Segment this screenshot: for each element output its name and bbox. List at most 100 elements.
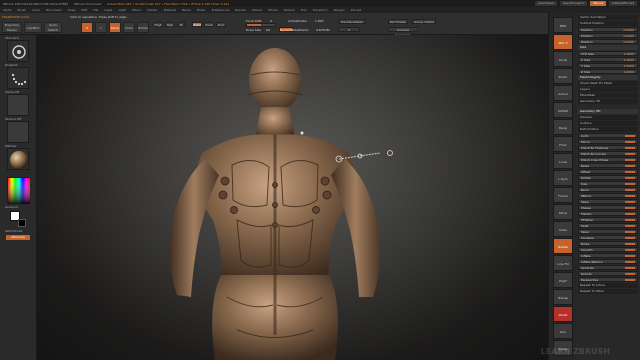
- panel-slider[interactable]: Polish By Features: [578, 145, 638, 150]
- m-button[interactable]: M: [177, 22, 185, 27]
- menu-item[interactable]: Macro: [132, 8, 141, 12]
- panel-slider[interactable]: SSkew: [578, 205, 638, 210]
- panel-slider[interactable]: Unify: [578, 133, 638, 138]
- menu-item[interactable]: Transform: [313, 8, 328, 12]
- panel-slider[interactable]: Position 0.0000: [578, 39, 638, 44]
- panel-slider[interactable]: Squeeze: [578, 235, 638, 240]
- panel-slider[interactable]: Inflate Balloon: [578, 259, 638, 264]
- menu-item[interactable]: File: [93, 8, 98, 12]
- panel-item[interactable]: Geometry HD: [578, 109, 638, 114]
- menu-item[interactable]: Picker: [197, 8, 206, 12]
- right-tray-button[interactable]: BPR: [553, 17, 573, 33]
- right-tray-button[interactable]: Local: [553, 153, 573, 169]
- panel-item[interactable]: Repeat To Other: [578, 289, 638, 294]
- panel-item[interactable]: Deformation: [578, 127, 638, 132]
- menu-item[interactable]: Light: [119, 8, 127, 12]
- right-tray-button[interactable]: Scale: [553, 221, 573, 237]
- secondary-color-swatch[interactable]: [18, 219, 26, 227]
- menu-item[interactable]: Document: [46, 8, 62, 12]
- move-button[interactable]: Move: [109, 22, 121, 33]
- panel-item[interactable]: FiberMesh: [578, 93, 638, 98]
- bfmask-slider[interactable]: 0: [338, 27, 360, 32]
- panel-slider[interactable]: X Size 1.0000: [578, 57, 638, 62]
- group-visible-button[interactable]: Group Visible: [412, 19, 436, 24]
- panel-slider[interactable]: Polish Crisp Edges: [578, 157, 638, 162]
- right-tray-button[interactable]: Zoom: [553, 68, 573, 84]
- right-tray-button[interactable]: Transp: [553, 289, 573, 305]
- panel-item[interactable]: Layers: [578, 87, 638, 92]
- mrgb-button[interactable]: Mrgb: [153, 22, 163, 27]
- activate-symmetry-button[interactable]: Activate Symmetry: [388, 27, 418, 37]
- right-tray-button[interactable]: Frame: [553, 187, 573, 203]
- panel-slider[interactable]: Bend: [578, 187, 638, 192]
- panel-item[interactable]: MeshIntegrity: [578, 75, 638, 80]
- panel-slider[interactable]: Position 0.0000: [578, 33, 638, 38]
- projection-master-button[interactable]: Projection Master: [2, 22, 22, 33]
- menu-item[interactable]: Movie: [182, 8, 191, 12]
- zcut-button[interactable]: Zcut: [216, 22, 226, 27]
- panel-slider[interactable]: Z Size 1.0000: [578, 69, 638, 74]
- menu-item[interactable]: Preferences: [212, 8, 230, 12]
- panel-slider[interactable]: Inflate: [578, 253, 638, 258]
- right-tray-button[interactable]: Rotate: [553, 238, 573, 254]
- rotate-button[interactable]: Rotate: [137, 22, 149, 33]
- panel-slider[interactable]: SFlatten: [578, 217, 638, 222]
- scale-button[interactable]: Scale: [123, 22, 135, 33]
- panel-slider[interactable]: Noise: [578, 241, 638, 246]
- default-zscript-button[interactable]: DefaultZScript: [609, 1, 637, 6]
- menu-item[interactable]: Draw: [68, 8, 76, 12]
- menu-item[interactable]: Zscript: [351, 8, 361, 12]
- zadd-button[interactable]: Zadd: [192, 22, 202, 27]
- panel-slider[interactable]: Spherize: [578, 265, 638, 270]
- menus-button[interactable]: Menus: [590, 1, 607, 6]
- panel-slider[interactable]: SBend: [578, 193, 638, 198]
- panel-item[interactable]: Subtool Position: [578, 21, 638, 26]
- texture-selector[interactable]: [7, 121, 29, 143]
- see-through-button[interactable]: See-through 0: [560, 1, 588, 6]
- panel-slider[interactable]: Gravity: [578, 271, 638, 276]
- panel-slider[interactable]: Polish By Groups: [578, 151, 638, 156]
- quicksave-button[interactable]: QuickSave: [535, 1, 558, 6]
- edit-button[interactable]: ✎: [81, 22, 93, 33]
- panel-slider[interactable]: Perspective: [578, 277, 638, 282]
- right-tray-button[interactable]: Actual: [553, 85, 573, 101]
- panel-item[interactable]: Surface: [578, 121, 638, 126]
- stroke-selector[interactable]: [7, 67, 29, 89]
- right-tray-button[interactable]: Ghost: [553, 306, 573, 322]
- color-picker[interactable]: [7, 177, 30, 204]
- menu-item[interactable]: Render: [235, 8, 246, 12]
- draw-button[interactable]: ✏: [95, 22, 107, 33]
- panel-slider[interactable]: Offset: [578, 169, 638, 174]
- panel-slider[interactable]: Smooth: [578, 247, 638, 252]
- menu-item[interactable]: Texture: [284, 8, 295, 12]
- panel-item[interactable]: Preview: [578, 115, 638, 120]
- right-tray-button[interactable]: AAHalf: [553, 102, 573, 118]
- right-tray-button[interactable]: Move: [553, 204, 573, 220]
- right-tray-button[interactable]: Solo: [553, 323, 573, 339]
- focal-shift-slider[interactable]: [246, 23, 276, 27]
- backface-mask-button[interactable]: BackfaceMask: [338, 19, 366, 24]
- dynamic-button[interactable]: Dynamic: [279, 27, 293, 32]
- brush-selector[interactable]: [7, 40, 29, 62]
- panel-slider[interactable]: Skew: [578, 199, 638, 204]
- alpha-selector[interactable]: [7, 94, 29, 116]
- menu-item[interactable]: Stencil: [252, 8, 262, 12]
- panel-item[interactable]: Vector And Wiper: [578, 15, 638, 20]
- zsub-button[interactable]: Zsub: [204, 22, 214, 27]
- menu-item[interactable]: Alpha: [3, 8, 12, 12]
- panel-slider[interactable]: Rotate: [578, 175, 638, 180]
- panel-item[interactable]: Check Mesh Fix Mesh: [578, 81, 638, 86]
- panel-item[interactable]: Size: [578, 45, 638, 50]
- right-tray-button[interactable]: L.Sym: [553, 170, 573, 186]
- panel-slider[interactable]: Flatten: [578, 211, 638, 216]
- panel-item[interactable]: Repeat To Active: [578, 283, 638, 288]
- alternate-button[interactable]: Alternate: [6, 235, 30, 240]
- right-tray-button[interactable]: Scroll: [553, 51, 573, 67]
- panel-slider[interactable]: Y Size 1.0000: [578, 63, 638, 68]
- material-selector[interactable]: [7, 148, 29, 170]
- canvas-viewport[interactable]: [37, 35, 548, 360]
- right-tray-button[interactable]: PolyF: [553, 272, 573, 288]
- menu-item[interactable]: Color: [32, 8, 40, 12]
- panel-slider[interactable]: Position 0.0000: [578, 27, 638, 32]
- lightbox-button[interactable]: LightBox: [24, 22, 42, 33]
